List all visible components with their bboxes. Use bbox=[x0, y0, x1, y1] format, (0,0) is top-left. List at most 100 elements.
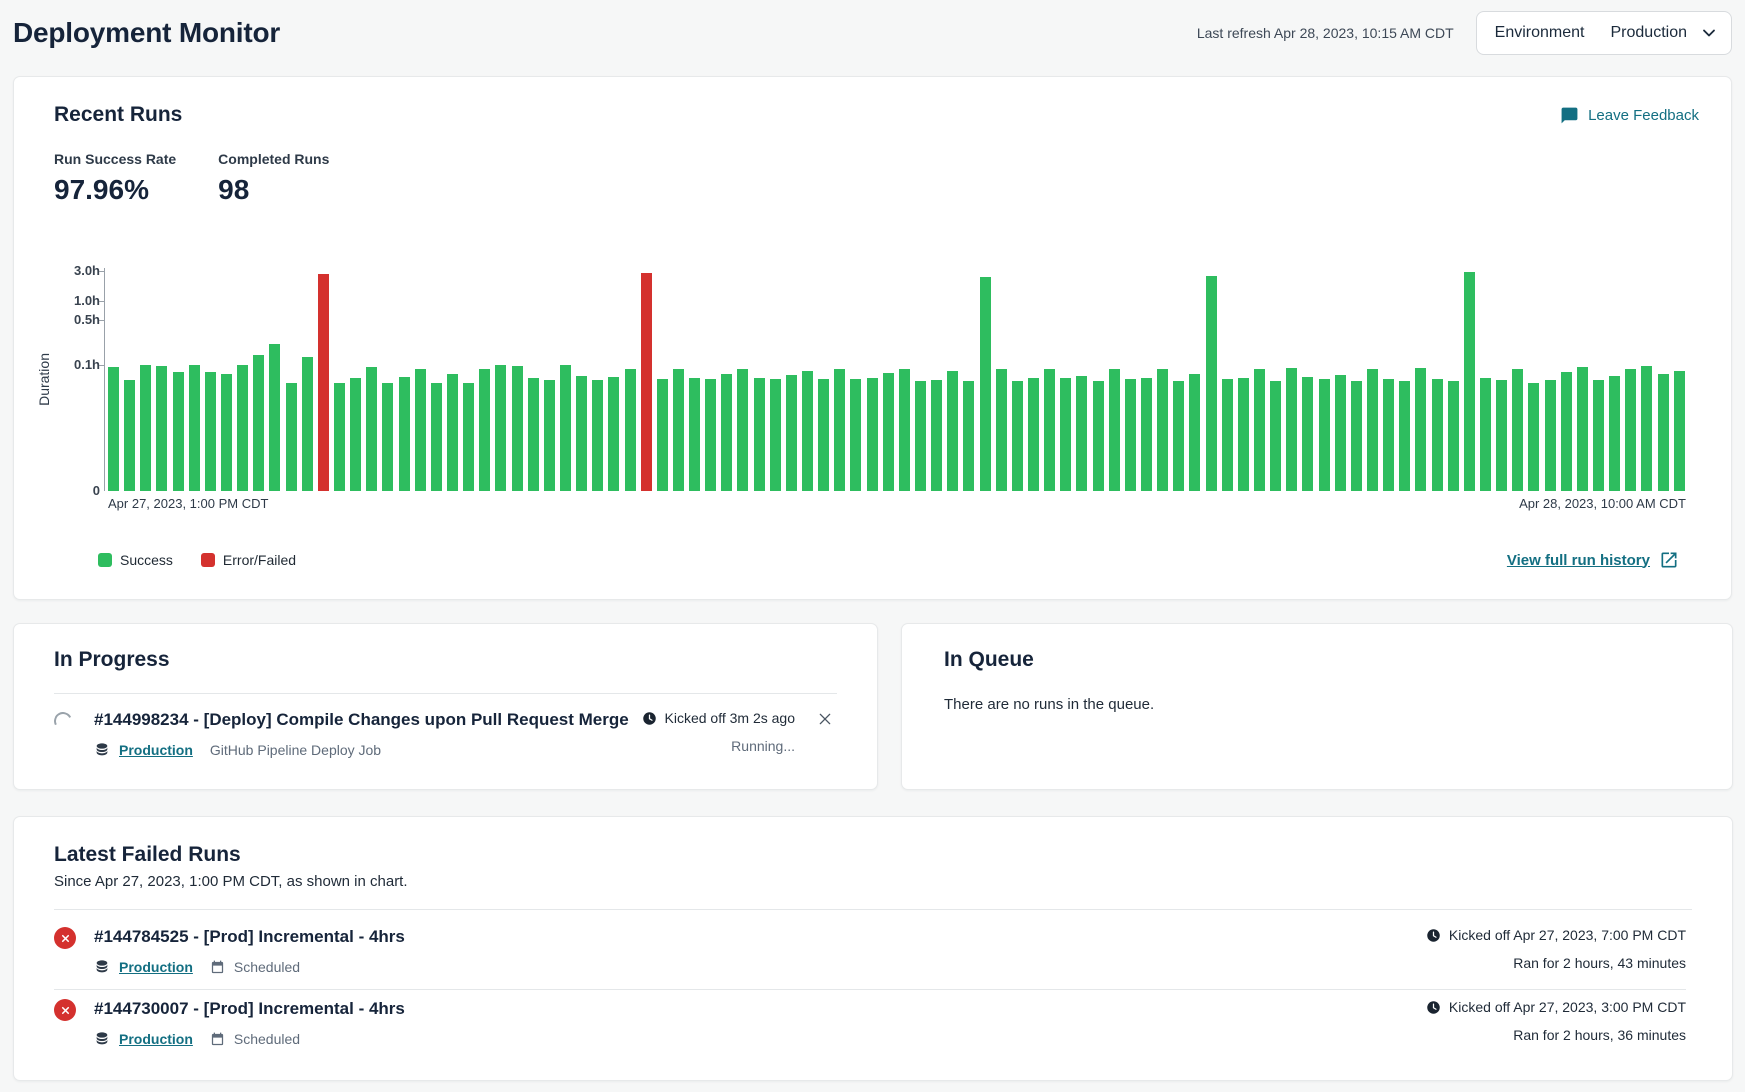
chart-bar-success[interactable] bbox=[1399, 381, 1410, 491]
chart-bar-success[interactable] bbox=[786, 375, 797, 491]
chart-bar-success[interactable] bbox=[1109, 369, 1120, 491]
chart-bar-success[interactable] bbox=[124, 380, 135, 491]
chart-bar-success[interactable] bbox=[721, 374, 732, 491]
close-icon[interactable] bbox=[817, 711, 833, 730]
chart-bar-success[interactable] bbox=[608, 377, 619, 491]
chart-bar-success[interactable] bbox=[463, 383, 474, 491]
chart-bar-success[interactable] bbox=[1545, 380, 1556, 491]
chart-bar-success[interactable] bbox=[1561, 372, 1572, 491]
chart-bar-success[interactable] bbox=[1512, 369, 1523, 491]
chart-bar-success[interactable] bbox=[1674, 371, 1685, 491]
chart-bar-success[interactable] bbox=[625, 369, 636, 491]
chart-bar-success[interactable] bbox=[1351, 381, 1362, 491]
view-full-run-history-link[interactable]: View full run history bbox=[1507, 550, 1679, 570]
chart-bar-success[interactable] bbox=[528, 378, 539, 491]
chart-bar-success[interactable] bbox=[221, 374, 232, 491]
chart-bar-success[interactable] bbox=[1157, 369, 1168, 491]
chart-bar-success[interactable] bbox=[1593, 380, 1604, 491]
chart-bar-success[interactable] bbox=[1448, 381, 1459, 491]
chart-bar-success[interactable] bbox=[963, 381, 974, 491]
chart-bar-success[interactable] bbox=[592, 380, 603, 491]
chart-bar-success[interactable] bbox=[1432, 379, 1443, 491]
chart-bar-success[interactable] bbox=[1302, 377, 1313, 491]
chart-bar-success[interactable] bbox=[947, 371, 958, 491]
environment-link[interactable]: Production bbox=[119, 1031, 193, 1047]
chart-bar-success[interactable] bbox=[673, 369, 684, 491]
leave-feedback-link[interactable]: Leave Feedback bbox=[1560, 106, 1699, 125]
chart-bar-success[interactable] bbox=[140, 365, 151, 491]
chart-bar-success[interactable] bbox=[1028, 378, 1039, 491]
chart-bar-success[interactable] bbox=[1125, 379, 1136, 491]
chart-bar-success[interactable] bbox=[495, 365, 506, 491]
chart-bar-success[interactable] bbox=[1625, 369, 1636, 491]
chart-bar-success[interactable] bbox=[770, 379, 781, 491]
chart-bar-success[interactable] bbox=[737, 369, 748, 491]
chart-bar-success[interactable] bbox=[366, 367, 377, 491]
environment-link[interactable]: Production bbox=[119, 959, 193, 975]
chart-bar-success[interactable] bbox=[1044, 369, 1055, 491]
chart-bar-failed[interactable] bbox=[318, 274, 329, 491]
chart-bar-success[interactable] bbox=[173, 372, 184, 491]
chart-bar-success[interactable] bbox=[431, 383, 442, 491]
chart-bar-success[interactable] bbox=[1093, 381, 1104, 491]
chart-bar-success[interactable] bbox=[1254, 369, 1265, 491]
chart-bar-success[interactable] bbox=[350, 378, 361, 491]
chart-bar-success[interactable] bbox=[1528, 383, 1539, 491]
chart-bar-success[interactable] bbox=[996, 369, 1007, 491]
chart-bar-success[interactable] bbox=[415, 369, 426, 491]
chart-bar-success[interactable] bbox=[915, 381, 926, 491]
chart-bar-success[interactable] bbox=[705, 379, 716, 491]
chart-bar-success[interactable] bbox=[1367, 369, 1378, 491]
chart-bar-success[interactable] bbox=[1641, 366, 1652, 491]
chart-bar-failed[interactable] bbox=[641, 273, 652, 491]
chart-bar-success[interactable] bbox=[334, 383, 345, 491]
chart-bar-success[interactable] bbox=[754, 378, 765, 491]
chart-bar-success[interactable] bbox=[1012, 381, 1023, 491]
chart-bar-success[interactable] bbox=[253, 355, 264, 491]
chart-bar-success[interactable] bbox=[447, 374, 458, 491]
chart-bar-success[interactable] bbox=[1577, 367, 1588, 491]
chart-bar-success[interactable] bbox=[1238, 378, 1249, 491]
chart-bar-success[interactable] bbox=[850, 379, 861, 491]
environment-link[interactable]: Production bbox=[119, 742, 193, 758]
chart-bar-success[interactable] bbox=[1076, 376, 1087, 491]
chart-bar-success[interactable] bbox=[899, 369, 910, 491]
chart-bar-success[interactable] bbox=[883, 373, 894, 491]
chart-bar-success[interactable] bbox=[1189, 374, 1200, 491]
chart-bar-success[interactable] bbox=[1496, 380, 1507, 491]
chart-bar-success[interactable] bbox=[269, 344, 280, 491]
chart-bar-success[interactable] bbox=[544, 380, 555, 491]
chart-bar-success[interactable] bbox=[802, 371, 813, 491]
chart-bar-success[interactable] bbox=[1270, 381, 1281, 491]
chart-bar-success[interactable] bbox=[1609, 376, 1620, 491]
chart-bar-success[interactable] bbox=[479, 369, 490, 491]
chart-bar-success[interactable] bbox=[1383, 379, 1394, 491]
chart-bar-success[interactable] bbox=[1335, 375, 1346, 491]
chart-bar-success[interactable] bbox=[818, 379, 829, 491]
chart-bar-success[interactable] bbox=[657, 379, 668, 491]
chart-bar-success[interactable] bbox=[980, 277, 991, 491]
chart-bar-success[interactable] bbox=[1480, 378, 1491, 491]
chart-bar-success[interactable] bbox=[1206, 276, 1217, 491]
chart-bar-success[interactable] bbox=[1415, 368, 1426, 491]
chart-bar-success[interactable] bbox=[399, 377, 410, 491]
chart-bar-success[interactable] bbox=[931, 380, 942, 491]
chart-bar-success[interactable] bbox=[512, 366, 523, 491]
chart-bar-success[interactable] bbox=[1141, 378, 1152, 491]
chart-bar-success[interactable] bbox=[1286, 368, 1297, 491]
chart-bar-success[interactable] bbox=[237, 365, 248, 491]
chart-bar-success[interactable] bbox=[689, 378, 700, 491]
chart-bar-success[interactable] bbox=[1464, 272, 1475, 491]
chart-bar-success[interactable] bbox=[1658, 374, 1669, 491]
chart-bar-success[interactable] bbox=[205, 372, 216, 491]
chart-bar-success[interactable] bbox=[382, 383, 393, 491]
chart-bar-success[interactable] bbox=[867, 378, 878, 491]
chart-bar-success[interactable] bbox=[834, 369, 845, 491]
chart-bar-success[interactable] bbox=[156, 366, 167, 491]
chart-bar-success[interactable] bbox=[1319, 379, 1330, 491]
chart-bar-success[interactable] bbox=[1222, 379, 1233, 491]
chart-bar-success[interactable] bbox=[286, 383, 297, 491]
chart-bar-success[interactable] bbox=[1060, 378, 1071, 491]
environment-dropdown[interactable]: Environment Production bbox=[1476, 11, 1732, 55]
chart-bar-success[interactable] bbox=[302, 357, 313, 491]
